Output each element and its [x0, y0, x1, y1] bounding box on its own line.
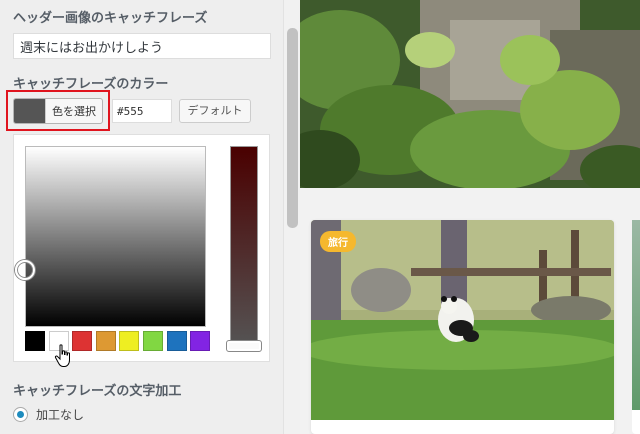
color-picker-button-label: 色を選択 — [52, 105, 96, 118]
color-palette — [25, 331, 211, 351]
palette-swatch-0[interactable] — [25, 331, 45, 351]
hex-color-input[interactable] — [112, 99, 172, 123]
default-color-button[interactable]: デフォルト — [179, 99, 251, 123]
palette-swatch-3[interactable] — [95, 331, 116, 351]
catchphrase-section-label: ヘッダー画像のキャッチフレーズ — [13, 11, 208, 26]
panel-scrollbar[interactable] — [283, 0, 300, 434]
card-thumbnail-image — [311, 220, 614, 420]
current-color-swatch — [14, 99, 46, 123]
text-decoration-section-label: キャッチフレーズの文字加工 — [13, 384, 182, 399]
customizer-panel: ヘッダー画像のキャッチフレーズ キャッチフレーズのカラー 色を選択 デフォルト … — [0, 0, 283, 434]
palette-swatch-4[interactable] — [119, 331, 140, 351]
header-image — [300, 0, 640, 188]
palette-swatch-5[interactable] — [142, 331, 163, 351]
palette-swatch-2[interactable] — [72, 331, 93, 351]
post-card-partial[interactable] — [632, 220, 640, 434]
color-section-label: キャッチフレーズのカラー — [13, 77, 169, 92]
radio-option-label: 加工なし — [36, 408, 85, 422]
hue-slider[interactable] — [230, 146, 258, 350]
palette-swatch-7[interactable] — [190, 331, 211, 351]
color-square-handle[interactable] — [15, 260, 35, 280]
card-thumbnail-image-partial — [632, 220, 640, 410]
post-card[interactable]: 旅行 — [311, 220, 614, 434]
scrollbar-thumb[interactable] — [287, 28, 298, 228]
color-picker-button[interactable]: 色を選択 — [13, 98, 103, 124]
catchphrase-input[interactable] — [13, 33, 271, 59]
radio-selected-dot — [17, 411, 24, 418]
category-badge[interactable]: 旅行 — [320, 231, 356, 252]
site-preview: 旅行 — [300, 0, 640, 434]
text-decoration-option-none[interactable]: 加工なし — [13, 406, 84, 423]
hand-pointer-cursor-icon — [54, 344, 70, 367]
radio-button[interactable] — [13, 407, 28, 422]
palette-swatch-6[interactable] — [166, 331, 187, 351]
hue-slider-handle[interactable] — [226, 340, 262, 352]
color-picker-dialog — [13, 134, 270, 362]
saturation-lightness-square[interactable] — [25, 146, 206, 327]
